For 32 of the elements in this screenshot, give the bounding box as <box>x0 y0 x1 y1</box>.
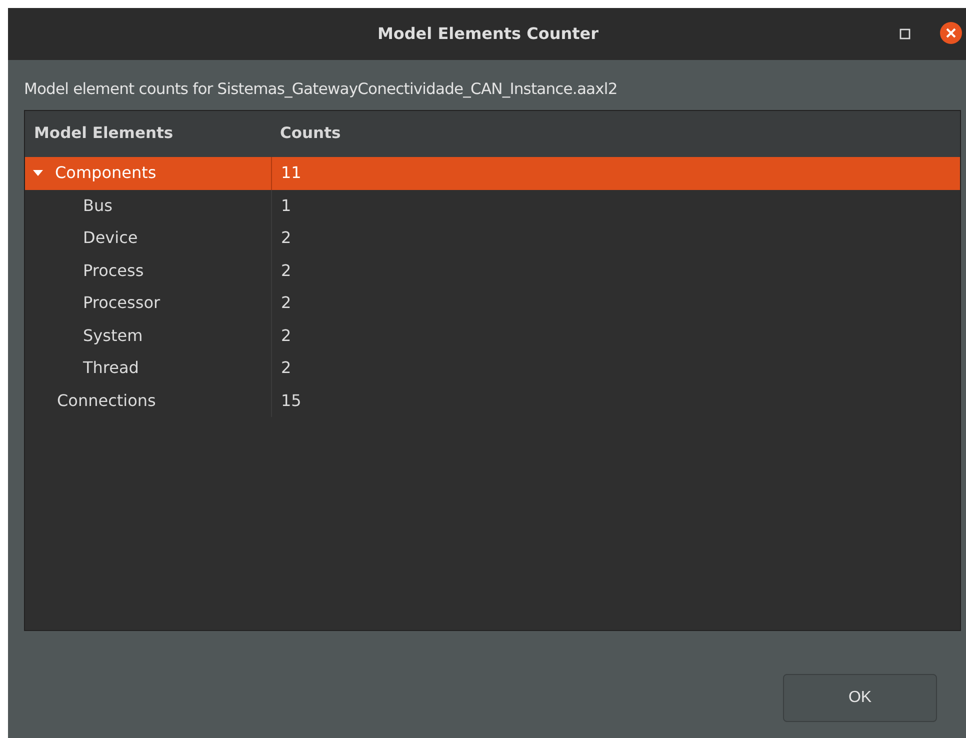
element-name: Bus <box>83 194 112 217</box>
tree-row[interactable]: System 2 <box>25 320 960 352</box>
element-name: Connections <box>57 390 156 412</box>
window-title: Model Elements Counter <box>376 23 600 45</box>
element-name: Components <box>55 162 156 184</box>
count-value: 2 <box>281 324 292 347</box>
tree-row[interactable]: Components 11 <box>25 157 960 190</box>
column-header[interactable]: Counts <box>271 122 341 146</box>
count-value: 2 <box>281 227 292 250</box>
element-name: System <box>83 324 143 347</box>
element-name: Thread <box>83 357 139 380</box>
count-value: 15 <box>281 390 302 412</box>
element-name: Device <box>83 227 138 250</box>
count-value: 1 <box>281 194 292 217</box>
ok-button[interactable]: OK <box>783 674 937 722</box>
caret-down-icon[interactable] <box>33 168 43 178</box>
close-icon[interactable] <box>939 21 963 45</box>
count-value: 2 <box>281 357 292 380</box>
tree-row[interactable]: Connections 15 <box>25 384 960 417</box>
description-text: Model element counts for Sistemas_GatewayConectividade_CAN_Instance.aaxl2 <box>24 79 618 100</box>
tree-row[interactable]: Processor 2 <box>25 287 960 320</box>
tree-row[interactable]: Bus 1 <box>25 190 960 222</box>
tree-row[interactable]: Device 2 <box>25 222 960 254</box>
element-name: Processor <box>83 292 160 314</box>
count-value: 2 <box>281 260 292 282</box>
tree-row[interactable]: Process 2 <box>25 254 960 287</box>
count-value: 2 <box>281 292 292 314</box>
column-header[interactable]: Model Elements <box>25 122 271 146</box>
count-value: 11 <box>281 162 302 184</box>
tree-row[interactable]: Thread 2 <box>25 352 960 384</box>
element-name: Process <box>83 260 144 282</box>
maximize-icon[interactable] <box>899 28 911 40</box>
